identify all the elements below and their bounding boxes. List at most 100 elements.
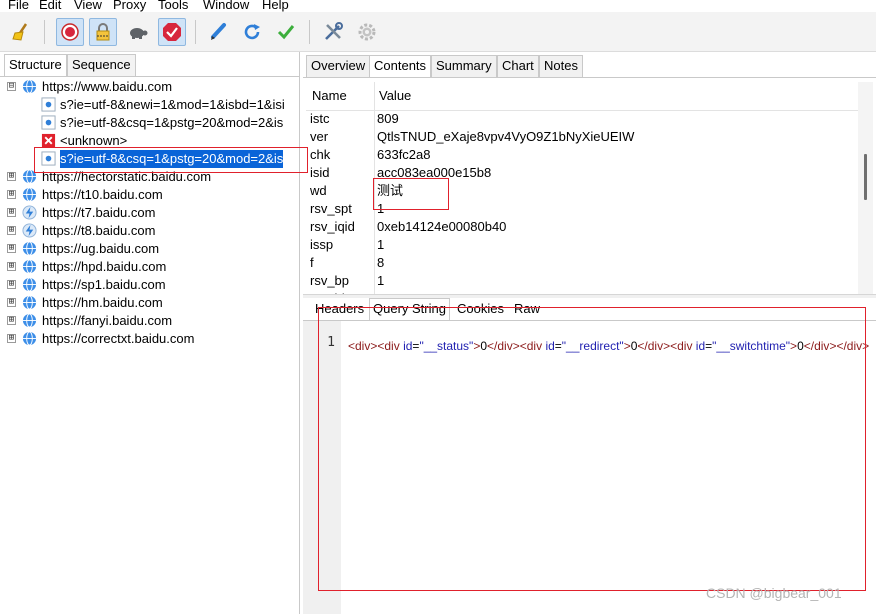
table-row[interactable]: rsv_iqid 0xeb14124e00080b40 [306,218,858,236]
compose-button[interactable] [204,18,232,46]
tree-host-www-baidu[interactable]: ⊟ https://www.baidu.com [0,78,300,96]
repeat-button[interactable] [238,18,266,46]
param-name: wd [310,183,327,198]
param-name: issp [310,237,334,252]
table-row[interactable]: f8 [306,254,858,272]
expand-toggle[interactable]: ⊞ [7,262,16,271]
tools-button[interactable] [319,18,347,46]
tree-request-item[interactable]: s?ie=utf-8&newi=1&mod=1&isbd=1&isi [0,96,300,114]
stop-breakpoint-icon [163,23,181,41]
toolbar [0,12,876,52]
table-row[interactable]: rsv_bp 1 [306,272,858,290]
validate-button[interactable] [272,18,300,46]
collapse-toggle[interactable]: ⊟ [7,82,16,91]
column-header-value[interactable]: Value [379,82,411,110]
tree-request-item[interactable]: <unknown> [0,132,300,150]
expand-toggle[interactable]: ⊞ [7,172,16,181]
expand-toggle[interactable]: ⊞ [7,334,16,343]
record-button[interactable] [56,18,84,46]
param-value: 0xeb14124e00080b40 [377,219,507,234]
expand-toggle[interactable]: ⊞ [7,280,16,289]
request-icon [41,115,56,130]
param-value: 1 [377,201,385,216]
param-name: isid [310,165,330,180]
table-row[interactable]: issp 1 [306,236,858,254]
tree-item-label: s?ie=utf-8&csq=1&pstg=20&mod=2&is [60,115,284,130]
column-header-name[interactable]: Name [312,82,347,110]
ssl-lock-icon [96,23,110,41]
tree-host-item[interactable]: ⊞ https://sp1.baidu.com [0,276,300,294]
param-value: 8 [377,255,385,270]
param-name: ver [310,129,329,144]
globe-icon [22,331,37,346]
tree-item-label: <unknown> [60,133,128,148]
request-detail-pane: Overview Contents Summary Chart Notes Na… [303,52,876,614]
table-row[interactable]: wd 测试 [306,182,858,200]
param-name: istc [310,111,330,126]
clear-session-button[interactable] [7,18,35,46]
response-body-editor[interactable]: 1 <div><div id="__status">0</div><div id… [303,321,876,614]
record-icon [61,23,79,41]
tools-icon [325,22,343,40]
tab-structure[interactable]: Structure [4,54,67,77]
table-row[interactable]: rsv_spt 1 [306,200,858,218]
tree-host-item[interactable]: ⊞ https://hm.baidu.com [0,294,300,312]
tree-host-item[interactable]: ⊞ https://t8.baidu.com [0,222,300,240]
tree-item-label: s?ie=utf-8&newi=1&mod=1&isbd=1&isi [60,97,285,112]
expand-toggle[interactable]: ⊞ [7,226,16,235]
tab-headers[interactable]: Headers [311,298,368,320]
tab-contents[interactable]: Contents [369,55,432,78]
tree-host-item[interactable]: ⊞ https://t10.baidu.com [0,186,300,204]
param-name: f [310,255,314,270]
params-scrollbar[interactable] [858,82,873,294]
toolbar-separator [309,20,310,44]
expand-toggle[interactable]: ⊞ [7,208,16,217]
tree-request-item-selected[interactable]: s?ie=utf-8&csq=1&pstg=20&mod=2&is [0,150,300,168]
query-params-table: Name Value istc 809 ver QtlsTNUD_eXaje8vpv… [306,82,858,294]
tree-item-label: https://sp1.baidu.com [42,277,166,292]
tab-chart[interactable]: Chart [497,55,539,77]
structure-pane: Structure Sequence ⊟ https://www.baidu.c… [0,52,300,614]
tree-host-item[interactable]: ⊞ https://fanyi.baidu.com [0,312,300,330]
expand-toggle[interactable]: ⊞ [7,298,16,307]
expand-toggle[interactable]: ⊞ [7,316,16,325]
tab-query-string[interactable]: Query String [369,298,450,320]
tree-item-label: https://correctxt.baidu.com [42,331,195,346]
tree-item-label: https://t7.baidu.com [42,205,156,220]
tab-raw[interactable]: Raw [510,298,544,320]
param-name: rsv_iqid [310,219,355,234]
tree-request-item[interactable]: s?ie=utf-8&csq=1&pstg=20&mod=2&is [0,114,300,132]
tab-divider [303,77,876,78]
tab-overview[interactable]: Overview [306,55,371,77]
ssl-proxying-button[interactable] [89,18,117,46]
request-icon [41,151,56,166]
bolt-icon [22,205,37,220]
tree-host-item[interactable]: ⊞ https://correctxt.baidu.com [0,330,300,348]
table-row[interactable]: istc 809 [306,110,858,128]
tree-item-label: https://t8.baidu.com [42,223,156,238]
tree-host-item[interactable]: ⊞ https://hpd.baidu.com [0,258,300,276]
tab-notes[interactable]: Notes [539,55,583,77]
turtle-icon [130,28,148,39]
table-row[interactable]: chk 633fc2a8 [306,146,858,164]
expand-toggle[interactable]: ⊞ [7,190,16,199]
tree-host-item[interactable]: ⊞ https://ug.baidu.com [0,240,300,258]
tab-cookies[interactable]: Cookies [453,298,508,320]
expand-toggle[interactable]: ⊞ [7,244,16,253]
breakpoints-button[interactable] [158,18,186,46]
tree-item-label: s?ie=utf-8&csq=1&pstg=20&mod=2&is [60,150,284,168]
settings-button[interactable] [353,18,381,46]
watermark: CSDN @bigbear_001 [706,585,842,601]
scrollbar-thumb[interactable] [864,154,867,200]
tab-summary[interactable]: Summary [431,55,497,77]
table-row[interactable]: ver QtlsTNUD_eXaje8vpv4VyO9Z1bNyXieUEIW [306,128,858,146]
tab-sequence[interactable]: Sequence [67,54,136,76]
tree-host-item[interactable]: ⊞ https://hectorstatic.baidu.com [0,168,300,186]
tree-host-item[interactable]: ⊞ https://t7.baidu.com [0,204,300,222]
tree-item-label: https://hectorstatic.baidu.com [42,169,212,184]
bolt-icon [22,223,37,238]
tree-item-label: https://hm.baidu.com [42,295,163,310]
throttle-button[interactable] [124,18,152,46]
globe-icon [22,259,37,274]
table-row[interactable]: isid acc083ea000e15b8 [306,164,858,182]
